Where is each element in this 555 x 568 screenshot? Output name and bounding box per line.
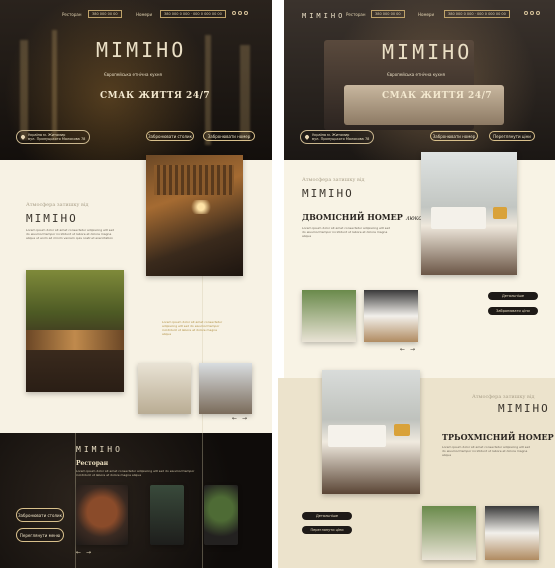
hero-tagline: СМАК ЖИТТЯ 24/7	[382, 91, 493, 101]
nav-phone-2[interactable]: 380 000 0 000 · 000 0 000 00 00	[444, 10, 510, 18]
salad-photo	[204, 485, 238, 545]
about-label: Атмосфера затишку від	[26, 202, 89, 208]
triple-room-photo	[322, 370, 420, 494]
room-text: Lorem ipsum dolor sit amet consectetur a…	[302, 226, 391, 238]
double-room-title: ДВОМІСНИЙ НОМЕР люкс	[302, 212, 422, 222]
address-line: вул. Прилуцького Молокова 78	[312, 137, 370, 141]
plant-photo	[302, 290, 356, 342]
view-prices-button[interactable]: Переглянути ціни	[489, 131, 535, 141]
nav-rooms-link[interactable]: Номери	[418, 12, 434, 17]
hero-logo: MIMIHO	[96, 38, 187, 62]
chandelier	[186, 200, 216, 214]
bar-counter	[26, 330, 124, 350]
telegram-icon[interactable]	[244, 11, 248, 15]
location-pin-icon	[304, 134, 310, 140]
light-beam	[52, 30, 57, 140]
room-logo: MIMIHO	[498, 402, 550, 415]
room-label: Атмосфера затишку від	[472, 394, 535, 400]
restaurant-section: MIMIHO Ресторан Lorem ipsum dolor sit am…	[0, 433, 272, 568]
facebook-icon[interactable]	[530, 11, 534, 15]
bar-interior-photo	[26, 270, 124, 392]
nav-phone[interactable]: 380 000 00 00	[371, 10, 405, 18]
hero-subtitle: Європейська етнічна кухня	[104, 72, 162, 77]
arrow-right-icon[interactable]: →	[86, 549, 91, 556]
hero-logo: MIMIHO	[382, 40, 473, 64]
bathroom-photo	[364, 290, 418, 342]
address-pill[interactable]: Україна м. Житомир вул. Прилуцького Моло…	[16, 130, 91, 144]
double-room-photo	[421, 152, 517, 275]
nav-restaurant-link[interactable]: Ресторан	[62, 12, 81, 17]
instagram-icon[interactable]	[232, 11, 236, 15]
instagram-icon[interactable]	[524, 11, 528, 15]
restaurant-title: Ресторан	[76, 460, 109, 467]
carousel-arrows: ← →	[232, 415, 247, 422]
light-beam	[205, 35, 211, 145]
nav-rooms-link[interactable]: Номери	[136, 12, 152, 17]
room-label: Атмосфера затишку від	[302, 177, 365, 183]
dish-photo	[150, 485, 184, 545]
about-gold-text: Lorem ipsum dolor sit amet consectetur a…	[162, 320, 223, 336]
nav-logo[interactable]: MIMIHO	[302, 12, 345, 20]
address-line: вул. Прилуцького Молокова 78	[28, 137, 86, 141]
book-table-button[interactable]: Забронювати столик	[146, 131, 194, 141]
address-pill[interactable]: Україна м. Житомир вул. Прилуцького Моло…	[300, 130, 375, 144]
pillow-image	[394, 424, 410, 436]
table-setting-photo	[138, 363, 191, 414]
hero-tagline: СМАК ЖИТТЯ 24/7	[100, 91, 211, 101]
about-logo: MIMIHO	[26, 212, 78, 225]
hero-restaurant: Ресторан 380 000 00 00 Номери 380 000 0 …	[0, 0, 272, 160]
arrow-left-icon[interactable]: ←	[400, 346, 405, 353]
pillow-image	[493, 207, 507, 219]
bed-image	[328, 425, 386, 447]
steak-photo	[76, 485, 128, 545]
arrow-right-icon[interactable]: →	[242, 415, 247, 422]
room-title-suffix: люкс	[405, 215, 422, 222]
hero-hotel: MIMIHO Ресторан 380 000 00 00 Номери 380…	[284, 0, 555, 160]
room-text: Lorem ipsum dolor sit amet consectetur a…	[442, 445, 531, 457]
view-menu-button[interactable]: Переглянути меню	[16, 528, 64, 542]
facebook-icon[interactable]	[238, 11, 242, 15]
details-button[interactable]: Детальніше	[488, 292, 538, 300]
plant-photo	[422, 506, 476, 560]
room-title-text: ДВОМІСНИЙ НОМЕР	[302, 212, 403, 222]
book-room-button[interactable]: Забронювати номер	[203, 131, 255, 141]
light-beam	[240, 45, 250, 140]
social-icons	[524, 11, 540, 15]
book-button[interactable]: Забронювати ціни	[488, 307, 538, 315]
social-icons	[232, 11, 248, 15]
restaurant-interior-photo	[146, 155, 243, 276]
view-prices-button[interactable]: Переглянути ціни	[302, 526, 352, 534]
arrow-right-icon[interactable]: →	[410, 346, 415, 353]
restaurant-text: Lorem ipsum dolor sit amet consectetur a…	[76, 469, 195, 477]
nav-phone[interactable]: 380 000 00 00	[88, 10, 122, 18]
hero-subtitle: Європейська етнічна кухня	[387, 72, 445, 77]
bathroom-photo	[485, 506, 539, 560]
about-text: Lorem ipsum dolor sit amet consectetur a…	[26, 228, 115, 240]
nav-restaurant-link[interactable]: Ресторан	[346, 12, 365, 17]
details-button[interactable]: Детальніше	[302, 512, 352, 520]
telegram-icon[interactable]	[536, 11, 540, 15]
triple-room-title: ТРЬОХМІСНИЙ НОМЕР	[442, 432, 554, 442]
bed-image	[431, 207, 486, 229]
restaurant-logo: MIMIHO	[76, 445, 123, 454]
light-beam	[20, 40, 28, 140]
book-room-button[interactable]: Забронювати номер	[430, 131, 478, 141]
book-table-button[interactable]: Забронювати столик	[16, 508, 64, 522]
guide-line	[202, 433, 203, 568]
carousel-arrows: ← →	[400, 346, 415, 353]
arrow-left-icon[interactable]: ←	[232, 415, 237, 422]
room-logo: MIMIHO	[302, 187, 354, 200]
nav-phone-2[interactable]: 380 000 0 000 · 000 0 000 00 00	[160, 10, 226, 18]
arrow-left-icon[interactable]: ←	[76, 549, 81, 556]
location-pin-icon	[20, 134, 26, 140]
ceiling-slats	[154, 165, 234, 195]
carousel-arrows: ← →	[76, 549, 91, 556]
lounge-photo	[199, 363, 252, 414]
